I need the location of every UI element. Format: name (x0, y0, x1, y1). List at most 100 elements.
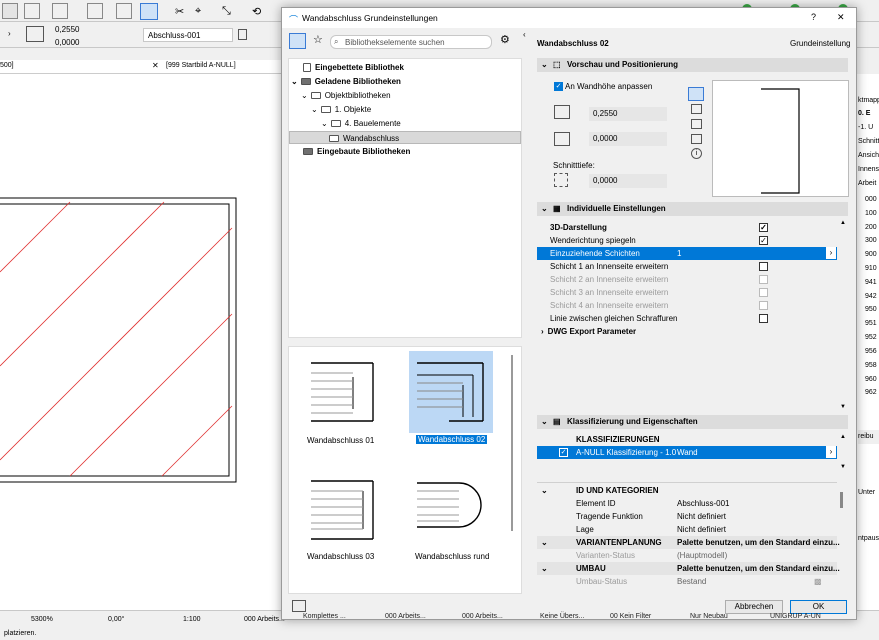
thumbnail-label[interactable]: Wandabschluss rund (415, 552, 489, 561)
property-value[interactable]: Abschluss-001 (677, 497, 729, 510)
close-button[interactable]: ✕ (837, 12, 845, 23)
property-group-variants[interactable]: ⌄ VARIANTENPLANUNG Palette benutzen, um de… (537, 536, 840, 549)
property-row[interactable]: Element ID Abschluss-001 (537, 497, 837, 510)
individual-section-header[interactable]: ⌄ ▦ Individuelle Einstellungen (537, 202, 848, 216)
navigator-item[interactable]: 952 (865, 331, 877, 345)
folder-view-icon[interactable] (289, 33, 306, 49)
tree-item-embedded[interactable]: Eingebettete Bibliothek (303, 61, 404, 74)
param-row-mirror[interactable]: Wenderichtung spiegeln ✓ (537, 234, 837, 247)
navigator-item[interactable]: 100 (865, 207, 877, 221)
classification-expand-arrow[interactable]: › (826, 446, 836, 458)
statusbar-item[interactable]: Komplettes ... (303, 611, 346, 622)
expand-arrow-icon[interactable]: ⌄ (311, 105, 318, 114)
param-row-layers[interactable]: Einzuziehende Schichten 1 › (537, 247, 837, 260)
param-row-layer1[interactable]: Schicht 1 an Innenseite erweitern (537, 260, 837, 273)
property-value[interactable]: Nicht definiert (677, 510, 726, 523)
navigator-item[interactable]: 956 (865, 345, 877, 359)
tab-close-icon[interactable]: ✕ (152, 61, 159, 70)
param-value[interactable]: 1 (677, 247, 681, 260)
navigator-item[interactable]: 000 (865, 193, 877, 207)
drawing-canvas[interactable] (0, 74, 285, 610)
navigator-item[interactable]: 300 (865, 234, 877, 248)
info-expand-arrow[interactable]: › (8, 29, 11, 38)
zoom-value[interactable]: 5300% (31, 616, 53, 623)
elevation-view-icon[interactable] (691, 119, 702, 129)
scroll-up-arrow[interactable]: ▲ (840, 220, 846, 226)
classification-value[interactable]: Wand (677, 446, 698, 459)
scroll-up-arrow[interactable]: ▲ (840, 434, 846, 440)
navigator-item[interactable]: ktmapp (858, 94, 879, 108)
param-checkbox[interactable] (759, 262, 768, 271)
thumbnail-label-selected[interactable]: Wandabschluss 02 (414, 434, 489, 445)
info-height-value[interactable]: 0,2550 (55, 25, 79, 34)
info-offset-value[interactable]: 0,0000 (55, 38, 79, 47)
tool-icon-4[interactable] (87, 3, 103, 19)
angle-value[interactable]: 0,00° (108, 616, 124, 623)
fit-to-wall-checkbox[interactable]: ✓ (554, 82, 563, 91)
tree-item-loaded[interactable]: ⌄ Geladene Bibliotheken (291, 75, 401, 88)
param-scrollbar[interactable]: ▲ ▼ (840, 220, 848, 414)
navigator-item[interactable]: Arbeit (858, 177, 876, 191)
plan-view-icon[interactable] (688, 87, 704, 101)
favorites-star-icon[interactable]: ☆ (313, 33, 323, 46)
section-depth-field[interactable]: 0,0000 (589, 174, 667, 188)
tab-right[interactable]: [999 Startbild A-NULL] (166, 62, 236, 69)
thumbnail-item-selected[interactable] (409, 351, 493, 433)
thumbnail-item[interactable] (409, 467, 493, 547)
layer-combo[interactable]: 000 Arbeits... (244, 616, 285, 623)
statusbar-item[interactable]: Keine Übers... (540, 611, 584, 622)
navigator-item[interactable]: -1. U (858, 121, 873, 135)
navigator-item[interactable]: 960 (865, 373, 877, 387)
collapse-left-arrow[interactable]: ‹ (523, 30, 526, 39)
expand-arrow-icon[interactable]: ⌄ (291, 77, 298, 86)
classification-checkbox[interactable]: ✓ (559, 448, 568, 457)
property-group-renovation[interactable]: ⌄ UMBAU Palette benutzen, um den Standard … (537, 562, 840, 575)
tool-icon-8[interactable]: ⌖ (195, 5, 201, 18)
param-row-3d[interactable]: 3D-Darstellung ✓ (537, 221, 837, 234)
scroll-down-arrow[interactable]: ▼ (840, 464, 846, 470)
thumbnail-label[interactable]: Wandabschluss 03 (307, 552, 374, 561)
tool-icon-10[interactable]: ⟲ (252, 5, 261, 18)
navigator-item[interactable]: 942 (865, 290, 877, 304)
statusbar-item[interactable]: 000 Arbeits... (462, 611, 503, 622)
navigator-item[interactable]: 958 (865, 359, 877, 373)
tree-item-object-libs[interactable]: ⌄ Objektbibliotheken (301, 89, 391, 102)
scale-value[interactable]: 1:100 (183, 616, 201, 623)
navigator-item[interactable]: 950 (865, 303, 877, 317)
height-field[interactable]: 0,2550 (589, 107, 667, 121)
tool-icon-6[interactable] (140, 3, 158, 20)
properties-scrollbar[interactable] (840, 492, 843, 508)
thumbnail-item[interactable] (303, 467, 385, 547)
offset-field[interactable]: 0,0000 (589, 132, 667, 146)
navigator-item[interactable]: 910 (865, 262, 877, 276)
scroll-down-arrow[interactable]: ▼ (840, 404, 846, 410)
navigator-item[interactable]: Schnitt (858, 135, 879, 149)
tree-item-wandabschluss[interactable]: Wandabschluss (289, 131, 521, 144)
navigator-item[interactable]: 200 (865, 221, 877, 235)
property-value[interactable]: Nicht definiert (677, 523, 726, 536)
tool-icon-2[interactable] (24, 3, 40, 19)
classification-section-header[interactable]: ⌄ ▤ Klassifizierung und Eigenschaften (537, 415, 848, 429)
navigator-item[interactable]: 900 (865, 248, 877, 262)
search-settings-gear-icon[interactable]: ⚙ (500, 33, 510, 46)
property-row[interactable]: Lage Nicht definiert (537, 523, 837, 536)
navigator-item[interactable]: 941 (865, 276, 877, 290)
param-row-hatch-line[interactable]: Linie zwischen gleichen Schraffuren (537, 312, 837, 325)
tool-icon-3[interactable] (52, 3, 68, 19)
info-icon[interactable]: i (691, 148, 702, 159)
param-expand-arrow[interactable]: › (826, 247, 836, 259)
element-id-field[interactable]: Abschluss-001 (143, 28, 233, 42)
preview-section-header[interactable]: ⌄ ⬚ Vorschau und Positionierung (537, 58, 848, 72)
navigator-item[interactable]: 0. E (858, 107, 870, 121)
tool-icon-7[interactable]: ✂ (175, 5, 184, 18)
param-checkbox[interactable]: ✓ (759, 223, 768, 232)
param-row-dwg[interactable]: › DWG Export Parameter (537, 325, 837, 338)
thumbnail-item[interactable] (303, 351, 385, 433)
tab-left[interactable]: 500] (0, 62, 14, 69)
doc-icon[interactable] (238, 29, 247, 40)
navigator-item[interactable]: Ansich (858, 149, 879, 163)
navigator-item[interactable]: 951 (865, 317, 877, 331)
classification-row[interactable]: ✓ A-NULL Klassifizierung - 1.0 Wand › (537, 446, 837, 459)
thumbnail-label[interactable]: Wandabschluss 01 (307, 436, 374, 445)
3d-view-icon[interactable] (691, 134, 702, 144)
